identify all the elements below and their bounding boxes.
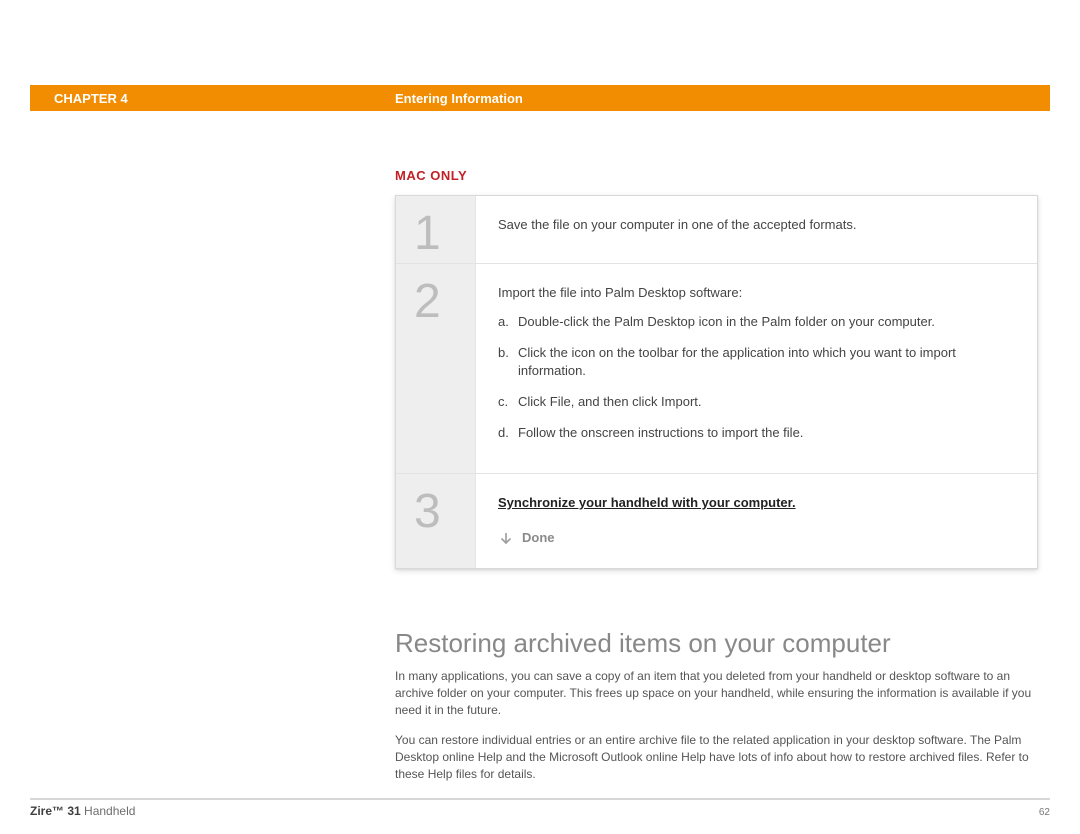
substep-text: Follow the onscreen instructions to impo…	[518, 424, 1015, 443]
page-footer: Zire™ 31 Handheld 62	[30, 798, 1050, 818]
substep-text: Click File, and then click Import.	[518, 393, 1015, 412]
step-text: Save the file on your computer in one of…	[498, 216, 1015, 235]
product-name-bold: Zire™ 31	[30, 804, 81, 818]
substep-text: Click the icon on the toolbar for the ap…	[518, 344, 1015, 382]
product-name-rest: Handheld	[81, 804, 136, 818]
substeps: a. Double-click the Palm Desktop icon in…	[498, 313, 1015, 443]
step-intro: Import the file into Palm Desktop softwa…	[498, 284, 1015, 303]
done-label: Done	[522, 529, 555, 548]
substep-text: Double-click the Palm Desktop icon in th…	[518, 313, 1015, 332]
step-body: Import the file into Palm Desktop softwa…	[476, 264, 1037, 473]
substep-a: a. Double-click the Palm Desktop icon in…	[498, 313, 1015, 332]
step-number: 2	[396, 264, 476, 473]
page-number: 62	[1039, 807, 1050, 818]
steps-box: 1 Save the file on your computer in one …	[395, 195, 1038, 569]
step-2: 2 Import the file into Palm Desktop soft…	[396, 263, 1037, 473]
substep-label: d.	[498, 424, 518, 443]
step-3: 3 Synchronize your handheld with your co…	[396, 473, 1037, 568]
body-paragraph: You can restore individual entries or an…	[395, 732, 1038, 782]
body-paragraph: In many applications, you can save a cop…	[395, 668, 1038, 718]
substep-c: c. Click File, and then click Import.	[498, 393, 1015, 412]
done-row: Done	[498, 527, 1015, 550]
chapter-label: CHAPTER 4	[30, 91, 395, 106]
substep-label: c.	[498, 393, 518, 412]
section-heading: Restoring archived items on your compute…	[395, 628, 1038, 659]
product-name: Zire™ 31 Handheld	[30, 804, 135, 818]
substep-b: b. Click the icon on the toolbar for the…	[498, 344, 1015, 382]
sync-link[interactable]: Synchronize your handheld with your comp…	[498, 495, 796, 510]
mac-only-label: MAC ONLY	[395, 168, 1038, 183]
substep-d: d. Follow the onscreen instructions to i…	[498, 424, 1015, 443]
section-title: Entering Information	[395, 91, 523, 106]
step-1: 1 Save the file on your computer in one …	[396, 196, 1037, 263]
substep-label: b.	[498, 344, 518, 382]
chapter-header-bar: CHAPTER 4 Entering Information	[30, 85, 1050, 111]
step-body: Save the file on your computer in one of…	[476, 196, 1037, 263]
substep-label: a.	[498, 313, 518, 332]
step-body: Synchronize your handheld with your comp…	[476, 474, 1037, 568]
down-arrow-icon	[498, 527, 514, 550]
step-number: 1	[396, 196, 476, 263]
step-number: 3	[396, 474, 476, 568]
document-page: CHAPTER 4 Entering Information MAC ONLY …	[0, 0, 1080, 834]
